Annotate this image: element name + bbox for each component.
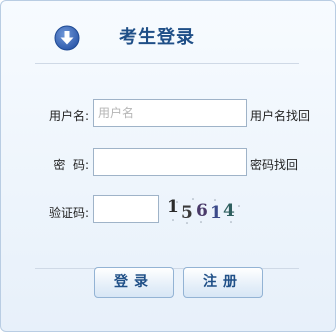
page-title: 考生登录 xyxy=(119,27,195,48)
register-button[interactable]: 注册 xyxy=(183,267,263,298)
password-input[interactable] xyxy=(93,148,247,176)
login-button[interactable]: 登录 xyxy=(94,267,174,298)
captcha-image[interactable]: 1 5 6 1 4 xyxy=(165,194,245,226)
header-divider xyxy=(35,63,299,64)
captcha-char: 1 xyxy=(167,197,179,217)
captcha-char: 6 xyxy=(196,201,208,221)
captcha-char: 5 xyxy=(181,203,193,223)
password-recovery-link[interactable]: 密码找回 xyxy=(250,156,298,173)
login-panel: 考生登录 用户名: 用户名找回 密 码: 密码找回 验证码: 1 5 6 1 4… xyxy=(0,0,336,332)
captcha-char: 4 xyxy=(223,201,235,221)
captcha-input[interactable] xyxy=(93,195,159,223)
username-recovery-link[interactable]: 用户名找回 xyxy=(250,107,310,124)
username-label: 用户名: xyxy=(48,109,89,123)
password-label: 密 码: xyxy=(53,158,89,172)
username-input[interactable] xyxy=(93,99,247,127)
panel-header: 考生登录 xyxy=(1,1,336,63)
captcha-label: 验证码: xyxy=(48,206,89,220)
captcha-char: 1 xyxy=(210,203,222,223)
download-arrow-icon xyxy=(54,25,80,51)
